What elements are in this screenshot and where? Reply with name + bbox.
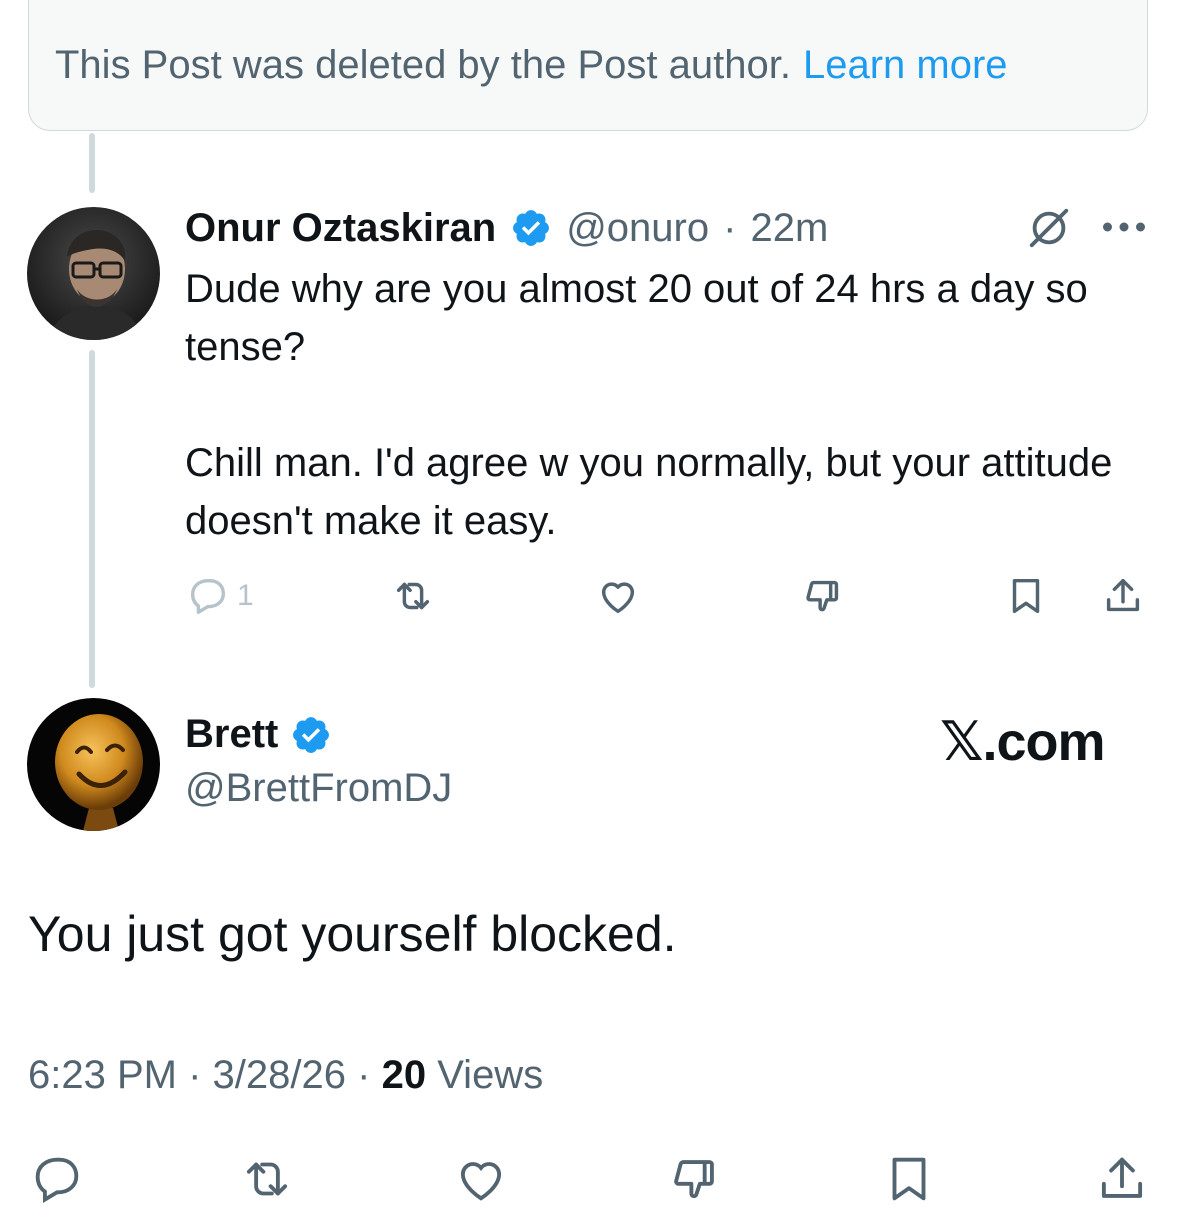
views-count: 20	[381, 1053, 427, 1097]
main-post-text: You just got yourself blocked.	[28, 906, 677, 962]
repost-icon	[246, 1162, 288, 1196]
main-downvote-button[interactable]	[666, 1150, 724, 1208]
reply-icon	[190, 578, 226, 615]
avatar-brett[interactable]	[27, 698, 160, 831]
reply-header: Onur Oztaskiran @onuro · 22m	[185, 200, 828, 256]
thread-connector-top	[89, 133, 95, 193]
reply-paragraph-2: Chill man. I'd agree w you normally, but…	[185, 441, 1113, 543]
views-label: Views	[437, 1053, 544, 1097]
post-meta: 6:23 PM · 3/28/26 · 20 Views	[28, 1053, 543, 1098]
like-button[interactable]	[595, 573, 641, 619]
verified-badge-icon	[293, 716, 330, 753]
bookmark-icon	[892, 1157, 926, 1201]
author-handle[interactable]: @BrettFromDJ	[185, 766, 452, 811]
downvote-icon	[806, 580, 839, 612]
main-reply-button[interactable]	[28, 1150, 86, 1208]
verified-badge-icon	[513, 210, 550, 246]
avatar-onur[interactable]	[27, 207, 160, 340]
reply-button[interactable]: 1	[185, 573, 254, 619]
reply-paragraph-1: Dude why are you almost 20 out of 24 hrs…	[185, 267, 1088, 369]
separator: ·	[357, 1053, 371, 1097]
main-post-header: Brett	[185, 712, 332, 757]
share-icon	[1106, 578, 1140, 612]
more-options-icon[interactable]	[1100, 212, 1148, 242]
author-name[interactable]: Onur Oztaskiran	[185, 206, 496, 251]
grok-icon[interactable]	[1026, 205, 1072, 251]
main-bookmark-button[interactable]	[880, 1150, 938, 1208]
x-com-watermark: 𝕏.com	[940, 712, 1106, 772]
thread-connector-bottom	[89, 350, 95, 688]
author-name[interactable]: Brett	[185, 712, 278, 757]
main-repost-button[interactable]	[238, 1150, 296, 1208]
learn-more-link[interactable]: Learn more	[803, 43, 1008, 88]
author-handle[interactable]: @onuro	[566, 206, 709, 251]
post-time[interactable]: 22m	[750, 206, 828, 251]
repost-icon	[396, 582, 430, 610]
like-icon	[460, 1162, 502, 1201]
main-share-button[interactable]	[1093, 1150, 1151, 1208]
repost-button[interactable]	[390, 573, 436, 619]
post-date[interactable]: 3/28/26	[213, 1053, 346, 1097]
downvote-button[interactable]	[800, 573, 846, 619]
bookmark-button[interactable]	[1003, 573, 1049, 619]
reply-count: 1	[237, 579, 254, 612]
share-button[interactable]	[1100, 573, 1146, 619]
separator: ·	[188, 1053, 202, 1097]
bookmark-icon	[1012, 578, 1040, 614]
main-like-button[interactable]	[452, 1150, 510, 1208]
reply-text: Dude why are you almost 20 out of 24 hrs…	[185, 260, 1115, 550]
downvote-icon	[674, 1160, 714, 1199]
like-icon	[601, 582, 635, 614]
reply-icon	[35, 1157, 79, 1203]
post-time[interactable]: 6:23 PM	[28, 1053, 177, 1097]
deleted-post-notice: This Post was deleted by the Post author…	[28, 0, 1148, 131]
deleted-notice-text: This Post was deleted by the Post author…	[55, 42, 791, 87]
separator: ·	[723, 205, 737, 250]
share-icon	[1101, 1157, 1143, 1198]
